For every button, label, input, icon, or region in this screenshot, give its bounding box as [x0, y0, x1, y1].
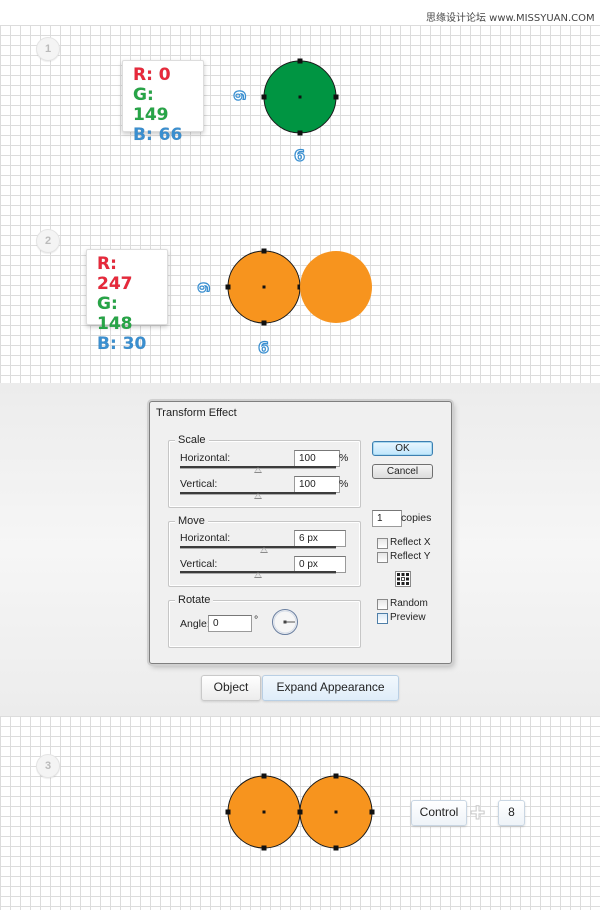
move-horizontal-slider[interactable] — [180, 546, 336, 549]
step3-number-badge: 3 — [36, 754, 60, 778]
reflect-y-checkbox[interactable] — [377, 552, 388, 563]
reflect-x-label: Reflect X — [390, 537, 431, 548]
step1-rgb-green: G: 149 — [133, 85, 169, 125]
shortcut-control-key: Control — [411, 800, 467, 826]
step2-transform-preview-circle — [300, 251, 372, 323]
menu-object-button[interactable]: Object — [201, 675, 261, 701]
rotate-angle-dial[interactable] — [271, 608, 299, 636]
transform-effect-dialog: Transform Effect Scale Horizontal: 100 %… — [149, 401, 452, 664]
step2-number-badge: 2 — [36, 229, 60, 253]
scale-horizontal-slider-thumb[interactable] — [254, 467, 262, 473]
step2-rgb-card: R: 247 G: 148 B: 30 — [86, 249, 168, 354]
scale-horizontal-label: Horizontal: — [180, 452, 231, 464]
watermark: 思缘设计论坛 www.MISSYUAN.COM — [426, 13, 595, 24]
reflect-y-label: Reflect Y — [390, 551, 431, 562]
reflect-x-checkbox[interactable] — [377, 538, 388, 549]
step2-rgb-red: R: 247 — [97, 254, 133, 294]
copies-label: copies — [401, 512, 432, 524]
step2-height-dimension: 6 — [193, 281, 214, 294]
random-label: Random — [390, 598, 428, 609]
rotate-group-label: Rotate — [175, 594, 214, 606]
step1-number-badge: 1 — [36, 37, 60, 61]
scale-group-label: Scale — [175, 434, 209, 446]
rotate-angle-input[interactable]: 0 — [208, 615, 252, 632]
step1-rgb-card: R: 0 G: 149 B: 66 — [122, 60, 204, 145]
shortcut-8-key: 8 — [498, 800, 525, 826]
preview-checkbox[interactable] — [377, 613, 388, 624]
scale-vertical-unit: % — [339, 478, 349, 490]
random-checkbox[interactable] — [377, 599, 388, 610]
copies-input[interactable]: 1 — [372, 510, 402, 527]
scale-horizontal-unit: % — [339, 452, 349, 464]
move-vertical-slider-thumb[interactable] — [254, 572, 262, 578]
reference-point-locator-icon[interactable] — [395, 571, 411, 587]
scale-vertical-input[interactable]: 100 — [294, 476, 340, 493]
move-horizontal-input[interactable]: 6 px — [294, 530, 346, 547]
step1-green-circle-shape[interactable] — [258, 55, 342, 139]
cancel-button[interactable]: Cancel — [372, 464, 433, 479]
scale-vertical-label: Vertical: — [180, 478, 218, 490]
shortcut-plus-icon: + — [469, 797, 486, 827]
preview-label: Preview — [390, 612, 426, 623]
rotate-angle-label: Angle: — [180, 618, 210, 630]
step2-rgb-blue: B: 30 — [97, 334, 147, 354]
menu-expand-appearance-button[interactable]: Expand Appearance — [262, 675, 399, 701]
step1-width-dimension: 6 — [293, 145, 306, 165]
dialog-title: Transform Effect — [156, 407, 237, 419]
step1-height-dimension: 6 — [229, 89, 250, 102]
step1-rgb-blue: B: 66 — [133, 125, 183, 145]
rotate-angle-unit: ° — [254, 614, 259, 626]
scale-vertical-slider-thumb[interactable] — [254, 493, 262, 499]
ok-button[interactable]: OK — [372, 441, 433, 456]
step2-width-dimension: 6 — [257, 337, 270, 357]
step1-rgb-red: R: 0 — [133, 65, 171, 85]
move-horizontal-slider-thumb[interactable] — [260, 547, 268, 553]
scale-horizontal-input[interactable]: 100 — [294, 450, 340, 467]
move-horizontal-label: Horizontal: — [180, 532, 231, 544]
move-vertical-label: Vertical: — [180, 558, 218, 570]
step2-rgb-green: G: 148 — [97, 294, 133, 334]
step3-right-orange-circle[interactable] — [294, 770, 378, 854]
move-group-label: Move — [175, 515, 208, 527]
